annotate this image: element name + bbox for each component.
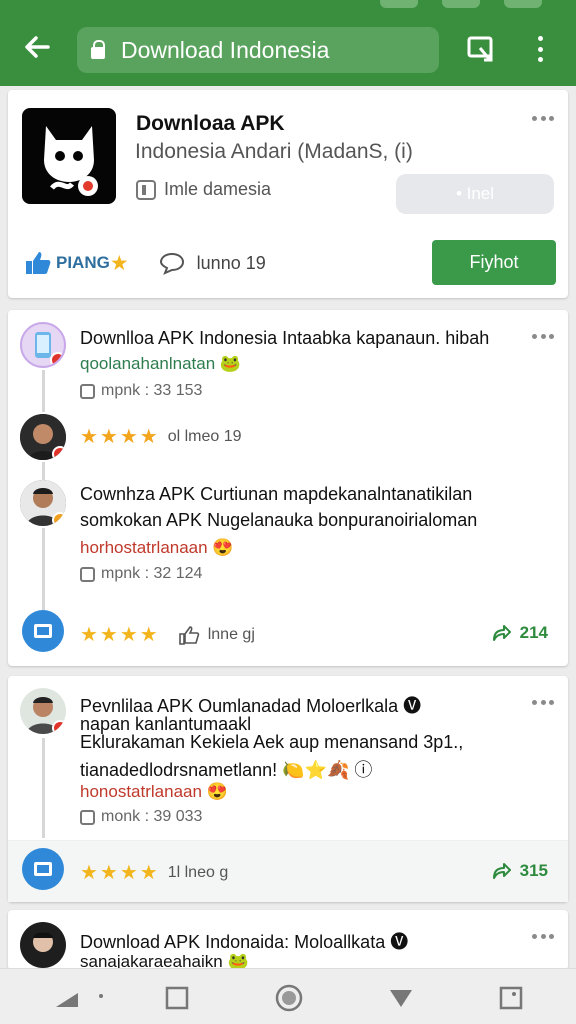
review-tag: horhostatrlanaan 😍 bbox=[80, 538, 234, 557]
star-icon: ★★★★ bbox=[80, 426, 160, 448]
share-button[interactable]: 315 bbox=[490, 860, 548, 882]
nav-recents-icon[interactable] bbox=[164, 985, 190, 1011]
views-text: monk : 39 033 bbox=[101, 808, 203, 825]
star-icon: ★ bbox=[109, 251, 129, 275]
avatar[interactable] bbox=[20, 688, 66, 734]
dot-icon bbox=[99, 994, 103, 998]
more-vert-icon[interactable] bbox=[530, 34, 550, 64]
review-thread: Download APK Indonaida: Moloallkata 🅥 sa… bbox=[8, 910, 568, 970]
review-thread: Pevnlilaa APK Oumlanadad Moloerlkala 🅥 n… bbox=[8, 676, 568, 902]
app-rating-row: PIANG ★ lunno 19 bbox=[24, 250, 266, 276]
back-arrow-icon[interactable] bbox=[20, 30, 54, 64]
views-text: mpnk : 33 153 bbox=[101, 382, 203, 399]
url-bar[interactable]: Download Indonesia bbox=[77, 27, 439, 73]
thread-connector bbox=[42, 370, 45, 412]
share-count: 214 bbox=[519, 623, 548, 642]
views-icon bbox=[80, 809, 95, 825]
more-options-icon[interactable] bbox=[532, 114, 554, 122]
profile-icon[interactable] bbox=[22, 610, 64, 652]
review-title: Downlloa APK Indonesia Intaabka kapanaun… bbox=[80, 328, 490, 348]
developer-icon bbox=[136, 179, 156, 200]
app-logo bbox=[22, 108, 116, 204]
more-options-icon[interactable] bbox=[532, 332, 554, 340]
lock-icon bbox=[91, 40, 105, 60]
review-views: mpnk : 33 153 bbox=[80, 382, 202, 400]
avatar[interactable] bbox=[20, 414, 66, 460]
views-icon bbox=[80, 566, 95, 582]
review-title: Download APK Indonaida: Moloallkata 🅥 bbox=[80, 932, 409, 952]
star-icon: ★★★★ bbox=[80, 624, 160, 646]
more-options-icon[interactable] bbox=[532, 698, 554, 706]
comment-icon[interactable] bbox=[159, 251, 185, 275]
review-rating: ★★★★ 1l lneo g bbox=[80, 860, 228, 885]
review-text: Eklurakaman Kekiela Aek aup menansand 3p… bbox=[80, 732, 464, 752]
thread-connector bbox=[42, 462, 45, 482]
app-meta: Imle damesia bbox=[136, 179, 271, 200]
thumbs-up-icon[interactable] bbox=[24, 250, 52, 276]
review-tag: qoolanahanlnatan 🐸 bbox=[80, 354, 242, 373]
review-tag: honostatrlanaan 😍 bbox=[80, 782, 228, 801]
system-nav-bar bbox=[0, 968, 576, 1024]
avatar[interactable] bbox=[20, 922, 66, 968]
badge-icon bbox=[50, 352, 64, 366]
tab-switcher-icon[interactable] bbox=[466, 34, 496, 64]
share-icon bbox=[492, 863, 511, 879]
thread-connector bbox=[42, 528, 45, 610]
rating-text: ol lmeo 19 bbox=[167, 427, 242, 445]
thread-connector bbox=[42, 738, 45, 838]
review-text: somkokan APK Nugelanauka bonpuranoirialo… bbox=[80, 510, 478, 530]
thumbs-up-icon[interactable] bbox=[178, 625, 200, 645]
more-options-icon[interactable] bbox=[532, 932, 554, 940]
star-icon: ★★★★ bbox=[80, 862, 160, 884]
review-rating: ★★★★ lnne gj bbox=[80, 622, 255, 647]
open-button[interactable]: Fiyhot bbox=[432, 240, 556, 285]
review-rating: ★★★★ ol lmeo 19 bbox=[80, 424, 242, 449]
avatar[interactable] bbox=[20, 322, 66, 368]
status-bar-indicators bbox=[380, 0, 542, 8]
url-text: Download Indonesia bbox=[121, 36, 330, 63]
profile-icon[interactable] bbox=[22, 848, 64, 890]
share-button[interactable]: 214 bbox=[490, 622, 548, 644]
rating-text: 1l lneo g bbox=[167, 863, 229, 881]
install-button[interactable]: • Inel bbox=[396, 174, 554, 214]
app-title: Downloaa APK bbox=[136, 112, 285, 135]
app-meta-text: Imle damesia bbox=[164, 179, 272, 199]
review-views: monk : 39 033 bbox=[80, 808, 202, 826]
views-icon bbox=[80, 383, 95, 399]
share-icon bbox=[492, 625, 511, 641]
nav-square-icon[interactable] bbox=[498, 985, 524, 1011]
share-count: 315 bbox=[519, 861, 548, 880]
review-thread: Downlloa APK Indonesia Intaabka kapanaun… bbox=[8, 310, 568, 666]
app-subtitle: Indonesia Andari (MadanS, (i) bbox=[135, 140, 413, 163]
likes-text: lnne gj bbox=[207, 625, 255, 643]
avatar[interactable] bbox=[20, 480, 66, 526]
review-text: tianadedlodrsnametlann! 🍋⭐🍂 ⓘ bbox=[80, 760, 373, 780]
nav-back-icon[interactable] bbox=[388, 985, 414, 1011]
views-text: mpnk : 32 124 bbox=[101, 565, 203, 582]
badge-icon bbox=[52, 720, 66, 734]
badge-icon bbox=[52, 512, 66, 526]
badge-icon bbox=[52, 446, 66, 460]
nav-home-icon[interactable] bbox=[274, 983, 304, 1013]
app-info-card: Downloaa APK Indonesia Andari (MadanS, (… bbox=[8, 90, 568, 298]
review-title: Cownhza APK Curtiunan mapdekanalntanatik… bbox=[80, 484, 473, 504]
comment-count: lunno 19 bbox=[196, 252, 266, 273]
review-views: mpnk : 32 124 bbox=[80, 565, 202, 583]
rating-label: PIANG bbox=[56, 253, 110, 272]
signal-icon[interactable] bbox=[54, 985, 80, 1011]
top-app-bar: Download Indonesia bbox=[0, 0, 576, 86]
